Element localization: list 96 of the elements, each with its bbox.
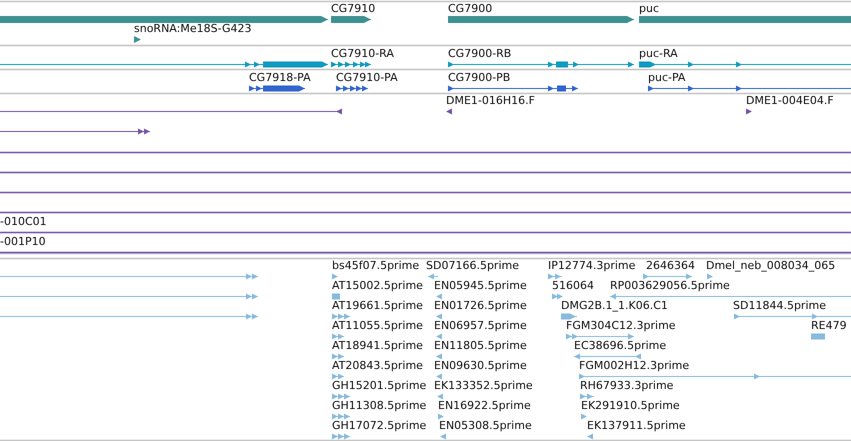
feature-label: puc — [639, 2, 660, 15]
protein-glyph[interactable] — [248, 86, 306, 92]
feature-label: EN05308.5prime — [439, 419, 532, 432]
est-glyph[interactable] — [548, 274, 562, 280]
feature-label: -010C01 — [0, 215, 47, 228]
feature-label: 2646364 — [646, 259, 695, 272]
feature-label: SD11844.5prime — [733, 299, 826, 312]
feature-label: FGM002H12.3prime — [579, 359, 690, 372]
feature-label: IP12774.3prime — [548, 259, 636, 272]
est-glyph[interactable] — [587, 434, 593, 440]
feature-label: AT15002.5prime — [332, 279, 423, 292]
est-glyph[interactable] — [332, 394, 350, 400]
est-glyph[interactable] — [810, 334, 826, 340]
feature-label: EN05945.5prime — [434, 279, 527, 292]
feature-label: CG7910-RA — [331, 47, 394, 60]
est-glyph[interactable] — [438, 414, 444, 420]
feature-label: EN11805.5prime — [434, 339, 527, 352]
clone-glyph[interactable] — [746, 108, 752, 114]
gene-glyph[interactable] — [448, 16, 634, 23]
feature-label: EK137911.5prime — [587, 419, 686, 432]
est-glyph[interactable] — [332, 434, 350, 440]
feature-label: GH17072.5prime — [332, 419, 426, 432]
est-glyph[interactable] — [0, 294, 258, 300]
est-glyph[interactable] — [560, 314, 578, 320]
transcript-glyph[interactable] — [330, 62, 372, 68]
est-glyph[interactable] — [436, 294, 442, 300]
feature-label: 516064 — [552, 279, 594, 292]
feature-label: AT11055.5prime — [332, 319, 423, 332]
est-glyph[interactable] — [610, 294, 851, 300]
est-glyph[interactable] — [332, 354, 344, 360]
gene-glyph[interactable] — [134, 36, 141, 43]
feature-label: RH67933.3prime — [580, 379, 674, 392]
transcript-glyph[interactable] — [638, 62, 851, 68]
gene-glyph[interactable] — [330, 16, 372, 23]
est-glyph[interactable] — [332, 334, 344, 340]
feature-label: SD07166.5prime — [426, 259, 519, 272]
protein-glyph[interactable] — [336, 86, 368, 92]
est-glyph[interactable] — [0, 274, 258, 280]
feature-label: FGM304C12.3prime — [566, 319, 676, 332]
feature-label: RE479 — [811, 319, 847, 332]
feature-label: Dmel_neb_008034_065 — [706, 259, 836, 272]
est-glyph[interactable] — [574, 354, 642, 360]
feature-label: EN09630.5prime — [434, 359, 527, 372]
est-glyph[interactable] — [707, 274, 713, 280]
est-glyph[interactable] — [0, 314, 258, 320]
feature-label: EK133352.5prime — [434, 379, 533, 392]
est-glyph[interactable] — [428, 274, 438, 280]
feature-label: EN16922.5prime — [438, 399, 531, 412]
est-glyph[interactable] — [332, 374, 344, 380]
est-glyph[interactable] — [552, 294, 563, 300]
est-glyph[interactable] — [566, 334, 634, 340]
est-glyph[interactable] — [436, 374, 442, 380]
est-glyph[interactable] — [332, 314, 350, 320]
protein-glyph[interactable] — [648, 86, 851, 92]
feature-label: DME1-004E04.F — [746, 94, 834, 107]
clone-glyph[interactable] — [0, 128, 150, 134]
feature-label: EC38696.5prime — [574, 339, 666, 352]
feature-label: puc-PA — [648, 71, 686, 84]
feature-label: RP003629056.5prime — [610, 279, 730, 292]
feature-label: CG7910 — [331, 2, 376, 15]
feature-label: puc-RA — [639, 47, 678, 60]
est-glyph[interactable] — [642, 274, 692, 280]
feature-label: snoRNA:Me18S-G423 — [134, 22, 252, 35]
feature-label: EN01726.5prime — [434, 299, 527, 312]
feature-label: CG7900 — [448, 2, 492, 15]
feature-label: GH15201.5prime — [332, 379, 426, 392]
feature-label: EN06957.5prime — [434, 319, 527, 332]
est-glyph[interactable] — [581, 414, 587, 420]
feature-label: EK291910.5prime — [581, 399, 680, 412]
est-glyph[interactable] — [580, 394, 594, 400]
transcript-glyph[interactable] — [448, 62, 634, 68]
feature-label: GH11308.5prime — [332, 399, 426, 412]
feature-label: CG7918-PA — [249, 71, 311, 84]
feature-label: CG7900-RB — [448, 47, 512, 60]
est-glyph[interactable] — [332, 274, 338, 280]
feature-label: DME1-016H16.F — [446, 94, 535, 107]
feature-label: -001P10 — [0, 235, 46, 248]
est-glyph[interactable] — [440, 434, 446, 440]
feature-label: CG7900-PB — [448, 71, 510, 84]
clone-glyph[interactable] — [446, 108, 452, 114]
clone-glyph[interactable] — [0, 108, 342, 114]
feature-label: AT20843.5prime — [332, 359, 423, 372]
feature-label: AT18941.5prime — [332, 339, 423, 352]
est-glyph[interactable] — [437, 394, 443, 400]
feature-label: DMG2B.1_1.K06.C1 — [561, 299, 668, 312]
est-glyph[interactable] — [436, 314, 442, 320]
est-glyph[interactable] — [332, 414, 350, 420]
transcript-glyph[interactable] — [0, 62, 328, 68]
est-glyph[interactable] — [578, 374, 851, 380]
est-glyph[interactable] — [734, 314, 851, 320]
est-glyph[interactable] — [436, 334, 442, 340]
feature-label: CG7910-PA — [336, 71, 398, 84]
est-glyph[interactable] — [436, 354, 442, 360]
feature-label: AT19661.5prime — [332, 299, 423, 312]
protein-glyph[interactable] — [448, 86, 578, 92]
feature-label: bs45f07.5prime — [332, 259, 420, 272]
